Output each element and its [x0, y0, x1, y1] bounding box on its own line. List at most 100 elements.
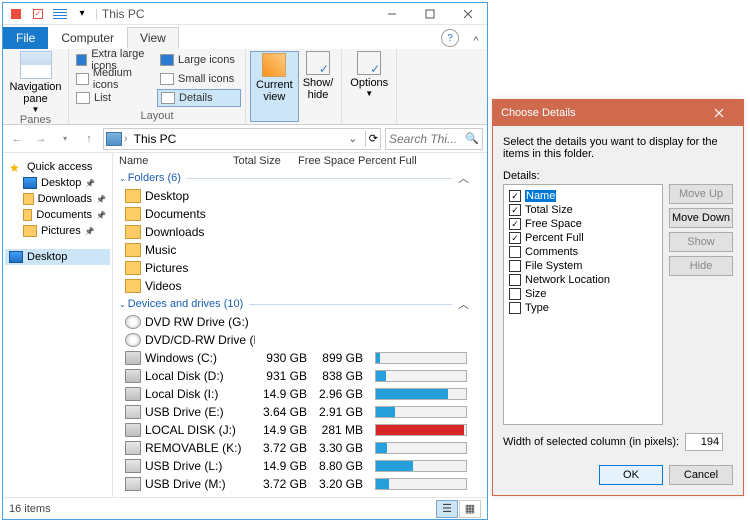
details-item[interactable]: ✓Percent Full: [506, 231, 660, 245]
show-button[interactable]: Show: [669, 232, 733, 252]
width-input[interactable]: [685, 433, 723, 451]
details-item[interactable]: Type: [506, 301, 660, 315]
star-icon: [9, 161, 23, 173]
folder-row[interactable]: Videos: [113, 277, 487, 295]
details-item[interactable]: Size: [506, 287, 660, 301]
folder-row[interactable]: Desktop: [113, 187, 487, 205]
tab-file[interactable]: File: [3, 27, 48, 49]
drive-row[interactable]: DVD/CD-RW Drive (H:): [113, 331, 487, 349]
qat-properties-icon[interactable]: [7, 5, 25, 23]
options-button[interactable]: Options ▼: [346, 51, 392, 98]
address-dropdown-icon[interactable]: ⌄: [344, 132, 362, 145]
checkbox[interactable]: [509, 302, 521, 314]
search-input[interactable]: [389, 132, 457, 146]
tab-view[interactable]: View: [127, 27, 179, 49]
drive-icon: [125, 315, 141, 329]
checkbox[interactable]: [509, 260, 521, 272]
drive-row[interactable]: USB Drive (M:)3.72 GB3.20 GB: [113, 475, 487, 493]
drive-row[interactable]: Local Disk (D:)931 GB838 GB: [113, 367, 487, 385]
details-item[interactable]: Network Location: [506, 273, 660, 287]
group-folders[interactable]: ⌄ Folders (6)︿: [113, 169, 487, 187]
tree-documents[interactable]: Documents: [5, 207, 110, 223]
checkbox[interactable]: ✓: [509, 190, 521, 202]
drive-icon: [125, 333, 141, 347]
drive-row[interactable]: Local Disk (I:)14.9 GB2.96 GB: [113, 385, 487, 403]
col-percent-full[interactable]: Percent Full: [358, 155, 487, 167]
current-view-button[interactable]: Current view: [250, 51, 299, 122]
drive-row[interactable]: USB Drive (L:)14.9 GB8.80 GB: [113, 457, 487, 475]
checkbox[interactable]: [509, 274, 521, 286]
layout-details[interactable]: Details: [157, 89, 241, 107]
checkbox[interactable]: [509, 288, 521, 300]
close-button[interactable]: [449, 3, 487, 25]
drive-icon: [125, 369, 141, 383]
folder-row[interactable]: Documents: [113, 205, 487, 223]
checkbox[interactable]: ✓: [509, 204, 521, 216]
recent-dropdown[interactable]: ▾: [55, 129, 75, 149]
move-down-button[interactable]: Move Down: [669, 208, 733, 228]
search-box[interactable]: 🔍: [385, 128, 483, 150]
layout-list[interactable]: List: [73, 89, 157, 107]
group-drives[interactable]: ⌄ Devices and drives (10)︿: [113, 295, 487, 313]
folder-row[interactable]: Music: [113, 241, 487, 259]
up-button[interactable]: ↑: [79, 129, 99, 149]
col-name[interactable]: Name: [119, 155, 233, 167]
forward-button[interactable]: →: [31, 129, 51, 149]
view-details-toggle[interactable]: ☰: [436, 500, 458, 518]
drive-icon: [125, 387, 141, 401]
col-free-space[interactable]: Free Space: [298, 155, 358, 167]
col-total-size[interactable]: Total Size: [233, 155, 298, 167]
ok-button[interactable]: OK: [599, 465, 663, 485]
back-button[interactable]: ←: [7, 129, 27, 149]
show-hide-button[interactable]: Show/ hide: [299, 51, 338, 122]
drive-row[interactable]: Windows (C:)930 GB899 GB: [113, 349, 487, 367]
folder-row[interactable]: Pictures: [113, 259, 487, 277]
tab-computer[interactable]: Computer: [48, 27, 127, 49]
tree-desktop[interactable]: Desktop: [5, 175, 110, 191]
drive-row[interactable]: USB Drive (E:)3.64 GB2.91 GB: [113, 403, 487, 421]
minimize-button[interactable]: [373, 3, 411, 25]
drive-row[interactable]: REMOVABLE (K:)3.72 GB3.30 GB: [113, 439, 487, 457]
tree-quick-access[interactable]: Quick access: [5, 159, 110, 175]
details-item[interactable]: ✓Free Space: [506, 217, 660, 231]
desktop-icon: [23, 177, 37, 189]
refresh-icon[interactable]: ⟳: [369, 132, 378, 145]
tree-downloads[interactable]: Downloads: [5, 191, 110, 207]
this-pc-icon: [106, 132, 122, 146]
drive-row[interactable]: LOCAL DISK (J:)14.9 GB281 MB: [113, 421, 487, 439]
details-item[interactable]: Comments: [506, 245, 660, 259]
options-icon: [357, 51, 381, 75]
drive-icon: [125, 423, 141, 437]
move-up-button[interactable]: Move Up: [669, 184, 733, 204]
tree-pictures[interactable]: Pictures: [5, 223, 110, 239]
maximize-button[interactable]: [411, 3, 449, 25]
checkbox[interactable]: ✓: [509, 232, 521, 244]
ribbon-collapse-icon[interactable]: ^: [465, 35, 487, 47]
hide-button[interactable]: Hide: [669, 256, 733, 276]
checkbox[interactable]: ✓: [509, 218, 521, 230]
layout-medium[interactable]: Medium icons: [73, 70, 157, 88]
cancel-button[interactable]: Cancel: [669, 465, 733, 485]
qat-checkbox-icon[interactable]: ✓: [29, 5, 47, 23]
details-list[interactable]: ✓Name✓Total Size✓Free Space✓Percent Full…: [503, 184, 663, 425]
percent-full-bar: [375, 478, 467, 490]
dialog-close-button[interactable]: [703, 100, 735, 126]
layout-large[interactable]: Large icons: [157, 51, 241, 69]
drive-icon: [125, 477, 141, 491]
folder-icon: [23, 209, 32, 221]
qat-menu-icon[interactable]: [51, 5, 69, 23]
address-input[interactable]: › This PC ⌄ ⟳: [103, 128, 381, 150]
current-view-icon: [262, 53, 286, 77]
details-item[interactable]: ✓Total Size: [506, 203, 660, 217]
folder-row[interactable]: Downloads: [113, 223, 487, 241]
checkbox[interactable]: [509, 246, 521, 258]
view-icons-toggle[interactable]: ▦: [459, 500, 481, 518]
qat-dropdown-icon[interactable]: ▾: [73, 5, 91, 23]
ribbon-help-icon[interactable]: ?: [441, 29, 459, 47]
layout-small[interactable]: Small icons: [157, 70, 241, 88]
tree-desktop-2[interactable]: Desktop: [5, 249, 110, 265]
details-item[interactable]: File System: [506, 259, 660, 273]
details-item[interactable]: ✓Name: [506, 189, 660, 203]
navigation-pane-button[interactable]: Navigation pane ▼: [7, 51, 64, 114]
drive-row[interactable]: DVD RW Drive (G:): [113, 313, 487, 331]
